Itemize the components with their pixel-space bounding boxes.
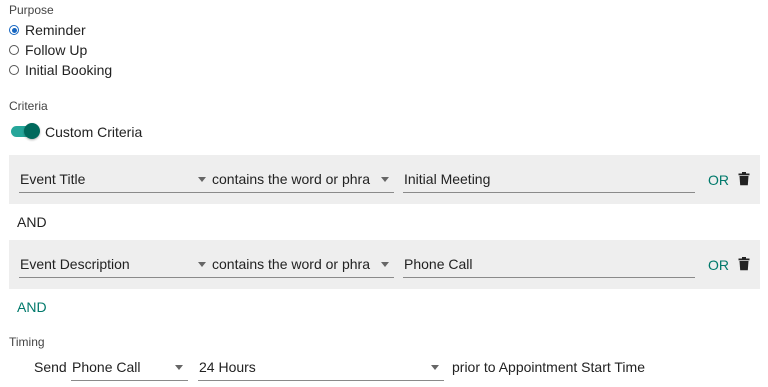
criteria-value-input[interactable]: Phone Call <box>403 250 695 278</box>
purpose-label: Purpose <box>9 3 54 17</box>
caret-down-icon <box>431 365 439 370</box>
caret-down-icon <box>381 262 389 267</box>
criteria-value-input[interactable]: Initial Meeting <box>403 165 695 193</box>
caret-down-icon <box>198 177 206 182</box>
criteria-operator-select[interactable]: contains the word or phra <box>211 250 394 278</box>
criteria-row: Event Title contains the word or phra In… <box>9 155 760 204</box>
select-value: contains the word or phra <box>212 256 370 272</box>
radio-unchecked-icon[interactable] <box>9 65 19 75</box>
purpose-option-label: Initial Booking <box>25 62 113 78</box>
trash-icon[interactable] <box>738 257 752 273</box>
purpose-option-label: Follow Up <box>25 42 88 58</box>
toggle-thumb <box>24 123 40 139</box>
criteria-row: Event Description contains the word or p… <box>9 240 760 289</box>
purpose-option-label: Reminder <box>25 22 86 38</box>
purpose-option-reminder[interactable]: Reminder <box>9 21 86 39</box>
criteria-operator-select[interactable]: contains the word or phra <box>211 165 394 193</box>
radio-unchecked-icon[interactable] <box>9 45 19 55</box>
select-value: Phone Call <box>72 359 141 375</box>
criteria-field-select[interactable]: Event Title <box>19 165 211 193</box>
timing-offset-select[interactable]: 24 Hours <box>198 353 444 381</box>
custom-criteria-label: Custom Criteria <box>45 124 143 140</box>
select-value: contains the word or phra <box>212 171 370 187</box>
select-value: Event Description <box>20 256 130 272</box>
purpose-option-initial-booking[interactable]: Initial Booking <box>9 61 112 79</box>
select-value: 24 Hours <box>199 359 256 375</box>
and-separator: AND <box>17 214 47 230</box>
or-button[interactable]: OR <box>708 257 729 273</box>
timing-send-label: Send <box>34 359 67 375</box>
caret-down-icon <box>175 365 183 370</box>
select-value: Event Title <box>20 171 86 187</box>
caret-down-icon <box>198 262 206 267</box>
timing-suffix-label: prior to Appointment Start Time <box>452 359 645 375</box>
caret-down-icon <box>381 177 389 182</box>
trash-icon[interactable] <box>738 172 752 188</box>
timing-label: Timing <box>9 335 45 349</box>
input-value: Initial Meeting <box>404 171 491 187</box>
timing-method-select[interactable]: Phone Call <box>71 353 188 381</box>
criteria-field-select[interactable]: Event Description <box>19 250 211 278</box>
input-value: Phone Call <box>404 256 473 272</box>
radio-checked-icon[interactable] <box>9 25 19 35</box>
add-and-condition-button[interactable]: AND <box>17 299 47 315</box>
purpose-option-follow-up[interactable]: Follow Up <box>9 41 87 59</box>
criteria-label: Criteria <box>9 99 48 113</box>
or-button[interactable]: OR <box>708 172 729 188</box>
custom-criteria-toggle[interactable] <box>11 123 40 139</box>
